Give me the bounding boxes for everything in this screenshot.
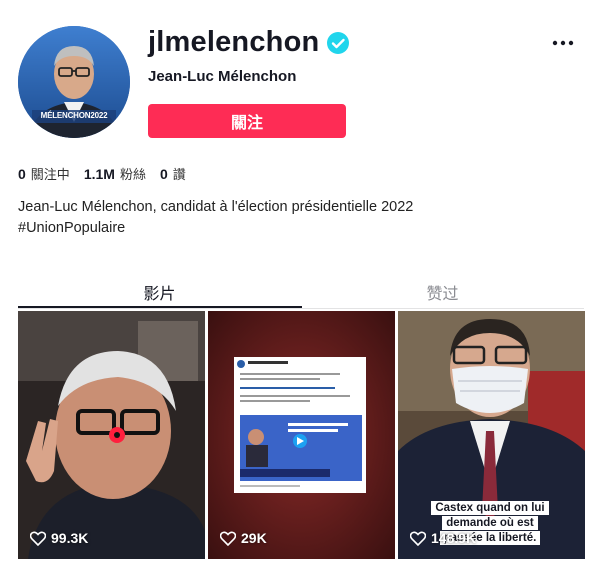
- video-thumbnail: [18, 311, 205, 559]
- likes-value: 0: [159, 166, 168, 182]
- follow-button[interactable]: 關注: [148, 104, 346, 138]
- following-value: 0: [18, 166, 26, 182]
- more-options-icon[interactable]: [552, 38, 574, 48]
- tab-liked[interactable]: 赞过: [301, 280, 584, 308]
- verified-badge-icon: [327, 31, 350, 54]
- tabs-divider: [18, 308, 584, 309]
- video-likes-count: 29K: [241, 530, 267, 546]
- video-thumbnail: [208, 311, 395, 559]
- profile-stats: 0 關注中 1.1M 粉絲 0讚: [18, 164, 186, 183]
- followers-label: 粉絲: [119, 168, 146, 183]
- heart-outline-icon: [220, 530, 236, 546]
- avatar-badge-text: MÉLENCHON2022: [40, 111, 108, 120]
- video-card[interactable]: 29K: [208, 311, 395, 559]
- following-count[interactable]: 0 關注中: [18, 164, 70, 183]
- heart-outline-icon: [30, 530, 46, 546]
- followers-count[interactable]: 1.1M 粉絲: [84, 164, 146, 183]
- username: jlmelenchon: [148, 26, 320, 58]
- profile-avatar[interactable]: MÉLENCHON2022: [18, 26, 130, 138]
- likes-label: 讚: [172, 168, 186, 183]
- avatar-image: [18, 26, 130, 138]
- followers-value: 1.1M: [83, 166, 115, 182]
- heart-outline-icon: [410, 530, 426, 546]
- video-grid: 99.3K 29K Castex quand on lui demande où…: [18, 311, 585, 559]
- video-card[interactable]: 99.3K: [18, 311, 205, 559]
- bio-hashtag[interactable]: #UnionPopulaire: [18, 218, 578, 239]
- likes-count: 0讚: [160, 164, 186, 183]
- video-likes-count: 148.9K: [431, 530, 477, 546]
- profile-bio: Jean-Luc Mélenchon, candidat à l'électio…: [18, 197, 578, 239]
- video-likes: 99.3K: [30, 530, 88, 546]
- display-name: Jean-Luc Mélenchon: [148, 68, 297, 85]
- video-card[interactable]: Castex quand on lui demande où est passé…: [398, 311, 585, 559]
- username-row: jlmelenchon: [148, 26, 350, 59]
- following-label: 關注中: [30, 168, 70, 183]
- video-likes: 29K: [220, 530, 267, 546]
- video-likes-count: 99.3K: [51, 530, 89, 546]
- bio-text: Jean-Luc Mélenchon, candidat à l'électio…: [18, 199, 414, 215]
- tab-videos[interactable]: 影片: [18, 280, 301, 308]
- video-likes: 148.9K: [410, 530, 476, 546]
- profile-tabs: 影片 赞过: [18, 280, 584, 308]
